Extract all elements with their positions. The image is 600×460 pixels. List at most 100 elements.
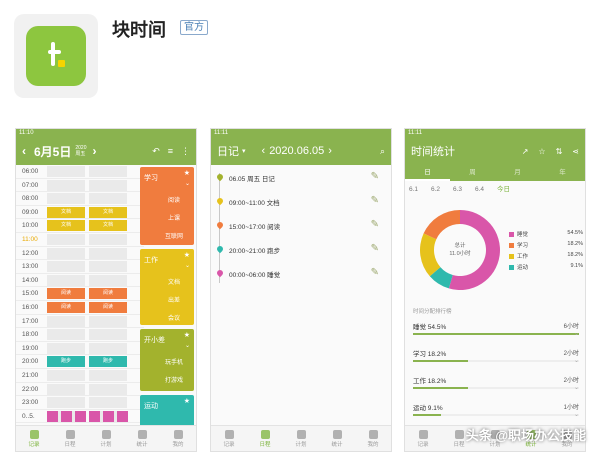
current-date[interactable]: 6月5日 [34, 143, 71, 160]
tab-年[interactable]: 年 [540, 165, 585, 181]
star-icon[interactable]: ★ [184, 331, 190, 339]
time-slot[interactable] [89, 397, 127, 409]
list-icon[interactable]: ≡ [168, 146, 173, 156]
time-slot[interactable] [47, 179, 85, 191]
tab-日[interactable]: 日 [405, 165, 450, 181]
sleep-block[interactable] [117, 410, 128, 422]
sleep-block[interactable] [75, 410, 86, 422]
time-slot[interactable] [89, 166, 127, 177]
ranking-row[interactable]: 工作 18.2% 2小时 ⌄ [413, 375, 579, 401]
category-card[interactable]: 开小差 ★ ⌄ 玩手机 打游戏 [140, 329, 194, 391]
chevron-down-icon[interactable]: ⌄ [185, 180, 190, 187]
edit-icon[interactable]: ✎ [371, 171, 379, 182]
donut-slice[interactable] [423, 210, 460, 240]
time-block[interactable]: 阅读 [47, 302, 85, 313]
chevron-down-icon[interactable]: ⌄ [574, 384, 579, 391]
nav-item-profile[interactable]: 我的 [160, 426, 196, 451]
day-chip[interactable]: 6.1 [409, 183, 431, 197]
time-block[interactable]: 文档 [89, 206, 127, 218]
nav-item-stats[interactable]: 统计 [319, 426, 355, 451]
time-slot[interactable] [47, 370, 85, 381]
time-slot[interactable] [89, 274, 127, 286]
share-icon[interactable]: ⋖ [572, 147, 579, 156]
category-item[interactable]: 上课 [158, 213, 190, 222]
time-slot[interactable] [89, 193, 127, 205]
chevron-down-icon[interactable]: ⌄ [574, 357, 579, 364]
nav-item-schedule[interactable]: 日程 [52, 426, 88, 451]
edit-icon[interactable]: ✎ [371, 195, 379, 206]
nav-item-stats[interactable]: 统计 [124, 426, 160, 451]
time-slot[interactable] [89, 261, 127, 273]
ranking-row[interactable]: 睡觉 54.5% 6小时 ⌄ [413, 321, 579, 347]
star-icon[interactable]: ★ [184, 397, 190, 405]
diary-title[interactable]: 日记 [217, 143, 239, 159]
time-slot[interactable] [47, 383, 85, 395]
time-block[interactable]: 文档 [47, 206, 85, 218]
diary-entry[interactable]: 00:00~06:00 睡觉 ✎ [211, 263, 391, 285]
day-chip[interactable]: 6.4 [475, 183, 497, 197]
day-chip[interactable]: 6.3 [453, 183, 475, 197]
time-block[interactable]: 阅读 [89, 302, 127, 313]
next-day-icon[interactable]: › [92, 144, 96, 158]
chevron-down-icon[interactable]: ⌄ [574, 411, 579, 418]
chevron-down-icon[interactable]: ⌄ [574, 330, 579, 337]
sleep-block[interactable] [103, 410, 114, 422]
prev-day-icon[interactable]: ‹ [262, 145, 266, 157]
diary-entry[interactable]: 15:00~17:00 阅读 ✎ [211, 215, 391, 237]
sleep-block[interactable] [47, 410, 58, 422]
time-block[interactable]: 阅读 [89, 288, 127, 300]
time-slot[interactable] [89, 342, 127, 354]
time-slot[interactable] [89, 247, 127, 259]
diary-entry[interactable]: 20:00~21:00 跑步 ✎ [211, 239, 391, 261]
nav-item-record[interactable]: 记录 [211, 426, 247, 451]
time-slot[interactable] [47, 342, 85, 354]
nav-item-record[interactable]: 记录 [16, 426, 52, 451]
next-day-icon[interactable]: › [328, 145, 332, 157]
time-slot[interactable] [47, 166, 85, 177]
category-item[interactable]: 互联网 [158, 231, 190, 240]
prev-day-icon[interactable]: ‹ [22, 144, 26, 158]
tab-周[interactable]: 周 [450, 165, 495, 181]
star-icon[interactable]: ★ [184, 251, 190, 259]
time-slot[interactable] [47, 274, 85, 286]
app-icon[interactable] [14, 14, 98, 98]
time-block[interactable]: 文档 [89, 220, 127, 232]
category-item[interactable]: 会议 [158, 313, 190, 322]
time-slot[interactable] [89, 383, 127, 395]
time-block[interactable]: 跑步 [89, 356, 127, 368]
time-slot[interactable] [89, 234, 127, 245]
time-slot[interactable] [47, 315, 85, 327]
search-icon[interactable]: ⌕ [380, 146, 385, 157]
edit-icon[interactable]: ✎ [371, 219, 379, 230]
time-slot[interactable] [47, 397, 85, 409]
sleep-block[interactable] [89, 410, 100, 422]
more-icon[interactable]: ⋮ [181, 146, 190, 157]
time-slot[interactable] [89, 370, 127, 381]
chevron-down-icon[interactable]: ⌄ [185, 262, 190, 269]
diary-date[interactable]: 2020.06.05 [269, 145, 324, 157]
category-item[interactable]: 阅读 [158, 195, 190, 204]
undo-icon[interactable]: ↶ [152, 146, 160, 157]
nav-item-schedule[interactable]: 日程 [247, 426, 283, 451]
dropdown-icon[interactable]: ▾ [242, 147, 246, 155]
category-card[interactable]: 学习 ★ ⌄ 阅读 上课 互联网 [140, 167, 194, 245]
time-slot[interactable] [89, 315, 127, 327]
time-slot[interactable] [89, 329, 127, 341]
nav-item-plan[interactable]: 计划 [88, 426, 124, 451]
edit-icon[interactable]: ✎ [371, 267, 379, 278]
sort-icon[interactable]: ⇅ [556, 147, 563, 156]
trend-icon[interactable]: ↗ [522, 147, 529, 156]
category-item[interactable]: 打游戏 [158, 375, 190, 384]
category-item[interactable]: 文档 [158, 277, 190, 286]
time-slot[interactable] [47, 329, 85, 341]
ranking-row[interactable]: 学习 18.2% 2小时 ⌄ [413, 348, 579, 374]
edit-icon[interactable]: ✎ [371, 243, 379, 254]
category-card[interactable]: 运动 ★ [140, 395, 194, 427]
category-item[interactable]: 出差 [158, 295, 190, 304]
time-slot[interactable] [47, 193, 85, 205]
diary-entry[interactable]: 09:00~11:00 文档 ✎ [211, 191, 391, 213]
time-block[interactable]: 文档 [47, 220, 85, 232]
category-card[interactable]: 工作 ★ ⌄ 文档 出差 会议 [140, 249, 194, 325]
sleep-block[interactable] [61, 410, 72, 422]
time-slot[interactable] [47, 234, 85, 245]
